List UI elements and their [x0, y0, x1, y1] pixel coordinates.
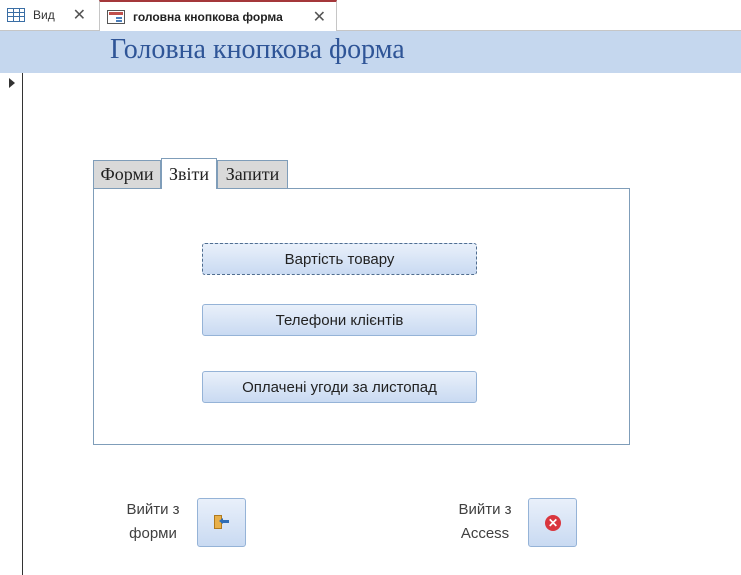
table-icon: [7, 8, 25, 22]
report-button-paid-deals-november[interactable]: Оплачені угоди за листопад: [202, 371, 477, 403]
doc-tab-vyd[interactable]: Вид ✕: [0, 0, 96, 30]
close-circle-icon: ✕: [545, 515, 561, 531]
exit-form-label-line2: форми: [129, 525, 177, 542]
exit-access-label-line2: Access: [460, 525, 510, 542]
close-icon[interactable]: ✕: [73, 5, 86, 25]
tab-reports[interactable]: Звіти: [161, 158, 217, 189]
current-record-arrow-icon: [9, 78, 15, 88]
form-icon: [107, 9, 125, 24]
document-tab-bar: Вид ✕ головна кнопкова форма ✕: [0, 0, 741, 31]
exit-form-button[interactable]: [197, 498, 246, 547]
exit-access-label: Вийти з Access: [440, 498, 530, 546]
exit-form-label-line1: Вийти з: [126, 501, 180, 518]
exit-access-button[interactable]: ✕: [528, 498, 577, 547]
report-button-goods-cost[interactable]: Вартість товару: [202, 243, 477, 275]
doc-tab-label: Вид: [33, 8, 55, 22]
doc-tab-main-switchboard[interactable]: головна кнопкова форма ✕: [99, 0, 337, 31]
exit-door-icon: [214, 515, 230, 531]
doc-tab-label: головна кнопкова форма: [133, 9, 283, 24]
record-selector[interactable]: [0, 73, 23, 575]
exit-access-label-line1: Вийти з: [458, 501, 512, 518]
report-button-client-phones[interactable]: Телефони клієнтів: [202, 304, 477, 336]
close-icon[interactable]: ✕: [313, 7, 326, 27]
tab-queries[interactable]: Запити: [217, 160, 288, 188]
exit-form-label: Вийти з форми: [108, 498, 198, 546]
page-title: Головна кнопкова форма: [110, 34, 405, 65]
tab-forms[interactable]: Форми: [93, 160, 161, 188]
